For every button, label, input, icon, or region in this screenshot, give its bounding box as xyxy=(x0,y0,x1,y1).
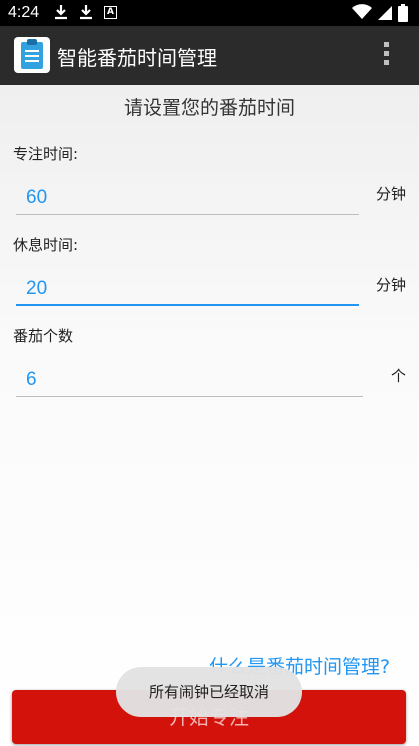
rest-time-value: 20 xyxy=(26,278,48,299)
accessibility-a-icon: A xyxy=(104,6,117,19)
focus-time-input[interactable]: 60 xyxy=(16,181,359,215)
tomato-count-unit: 个 xyxy=(391,367,407,385)
focus-time-label: 专注时间: xyxy=(13,145,79,163)
rest-time-unit: 分钟 xyxy=(376,276,407,294)
rest-time-label: 休息时间: xyxy=(13,236,79,254)
app-title: 智能番茄时间管理 xyxy=(57,46,217,70)
signal-icon xyxy=(377,5,393,25)
clipboard-icon xyxy=(14,37,50,73)
toast-message: 所有闹钟已经取消 xyxy=(116,667,302,717)
download-icon xyxy=(79,4,93,24)
focus-time-value: 60 xyxy=(26,187,48,208)
wifi-icon xyxy=(352,4,372,24)
page-heading: 请设置您的番茄时间 xyxy=(123,97,295,119)
overflow-menu-icon[interactable] xyxy=(376,42,396,72)
status-bar: 4:24 A xyxy=(0,0,419,26)
tomato-count-input[interactable]: 6 xyxy=(16,363,363,397)
tomato-count-label: 番茄个数 xyxy=(13,327,74,345)
rest-time-input[interactable]: 20 xyxy=(16,272,359,306)
download-icon xyxy=(54,4,68,24)
focus-time-unit: 分钟 xyxy=(376,185,407,203)
tomato-count-value: 6 xyxy=(26,369,37,390)
battery-icon xyxy=(398,4,408,26)
main-content: 请设置您的番茄时间 专注时间: 60 分钟 休息时间: 20 分钟 番茄个数 6… xyxy=(0,85,419,746)
status-time: 4:24 xyxy=(8,4,40,21)
app-bar: 智能番茄时间管理 xyxy=(0,26,419,85)
